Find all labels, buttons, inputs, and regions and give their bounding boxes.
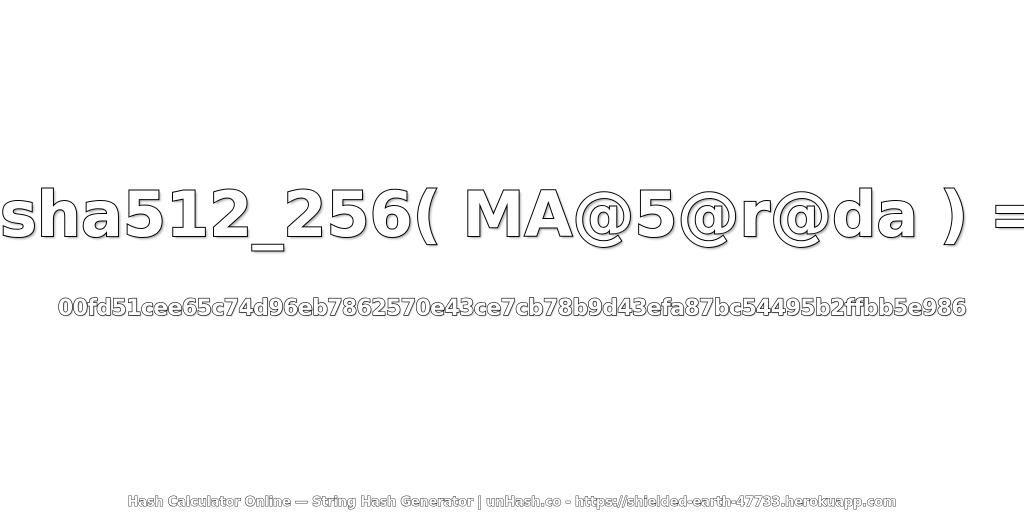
hash-expression: sha512_256( MA@5@r@da ) =	[0, 178, 1024, 251]
footer-caption: Hash Calculator Online — String Hash Gen…	[127, 495, 897, 510]
hash-value: 00fd51cee65c74d96eb7862570e43ce7cb78b9d4…	[57, 296, 967, 321]
